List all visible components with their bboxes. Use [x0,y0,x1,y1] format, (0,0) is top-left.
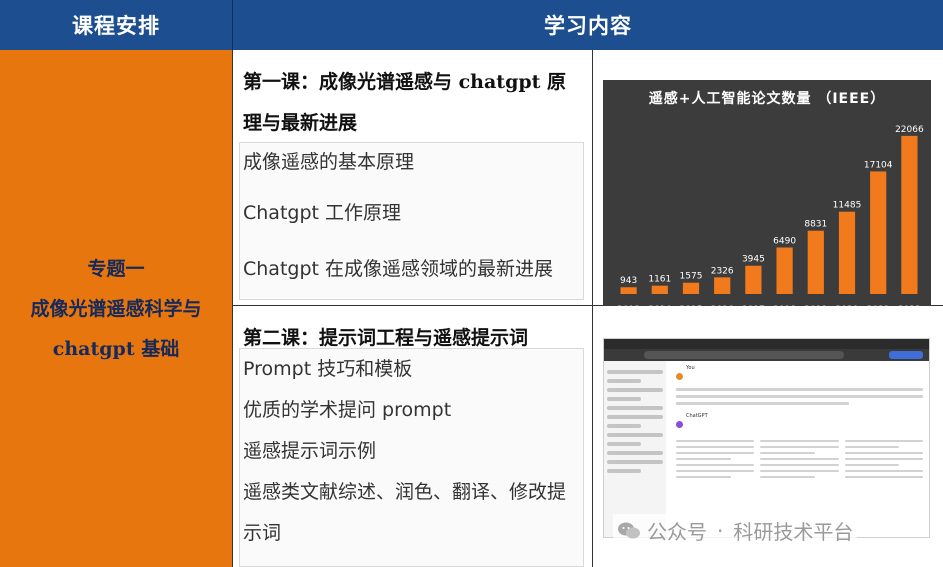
chart-data-label: 2326 [711,266,734,276]
watermark-left: 公众号 [647,520,707,544]
chart-bar [620,287,637,294]
chart-data-label: 22066 [895,125,924,135]
chart-data-label: 8831 [804,220,827,230]
lesson-2-item: 遥感提示词示例 [243,440,377,462]
wechat-icon [618,522,640,538]
assistant-label: ChatGPT [686,413,708,419]
lesson-1-item: Chatgpt 工作原理 [243,202,402,224]
lesson-2-item: 遥感类文献综述、润色、翻译、修改提示词 [243,481,567,544]
watermark-right: 科研技术平台 [733,520,854,544]
chart-bar [807,230,824,294]
assistant-avatar-icon [676,421,683,428]
chart-bar [838,211,856,294]
watermark: 公众号 · 科研技术平台 [613,514,858,547]
chatgpt-sidebar [604,361,666,537]
lesson-1-item: 成像遥感的基本原理 [243,151,415,173]
user-avatar-icon [676,373,683,380]
topic-line-1: 专题一 [87,257,145,280]
chart-bar [776,247,793,294]
chart-bar [870,171,887,294]
paper-count-chart: 遥感+人工智能论文数量 （IEEE） 943201311612014157520… [603,80,931,324]
browser-address-bar [604,349,929,361]
header-course-schedule: 课程安排 [0,0,233,50]
lesson-2-item: Prompt 技巧和模板 [243,358,413,380]
lesson-1-topics: 成像遥感的基本原理 Chatgpt 工作原理 Chatgpt 在成像遥感领域的最… [239,142,584,300]
header-learning-content: 学习内容 [233,0,943,50]
chart-data-label: 6490 [773,236,796,246]
lesson-1-cell: 第一课：成像光谱遥感与 chatgpt 原理与最新进展 成像遥感的基本原理 Ch… [233,50,593,306]
chatgpt-image-cell: You ChatGPT 公众号 · 科研技术平台 [593,306,943,567]
chart-bar [682,282,700,294]
chart-bar [745,265,762,294]
course-table: 课程安排 学习内容 专题一 成像光谱遥感科学与 chatgpt 基础 第一课：成… [0,0,943,567]
chart-data-label: 17104 [864,160,893,170]
chart-image-cell: 遥感+人工智能论文数量 （IEEE） 943201311612014157520… [593,50,943,324]
chart-bar [651,285,668,294]
lesson-2-cell: 第二课：提示词工程与遥感提示词 Prompt 技巧和模板 优质的学术提问 pro… [233,306,593,567]
topic-cell: 专题一 成像光谱遥感科学与 chatgpt 基础 [0,50,233,567]
lesson-2-item: 优质的学术提问 prompt [243,399,452,421]
lesson-1-item: Chatgpt 在成像遥感领域的最新进展 [243,258,554,280]
user-label: You [686,365,695,371]
topic-line-2: 成像光谱遥感科学与 [30,297,202,320]
chart-data-label: 3945 [742,255,765,265]
chart-svg: 9432013116120141575201523262016394520176… [617,125,924,315]
chart-bar [714,277,731,294]
chatgpt-screenshot: You ChatGPT [603,338,930,538]
chart-data-label: 1575 [680,272,703,282]
topic-line-3: chatgpt 基础 [52,337,180,360]
browser-tab-bar [604,339,929,349]
chatgpt-conversation: You ChatGPT [670,361,929,537]
chart-bar [901,135,918,294]
chart-data-label: 943 [620,276,637,286]
chart-data-label: 11485 [833,201,862,211]
watermark-sep: · [717,518,724,543]
lesson-2-topics: Prompt 技巧和模板 优质的学术提问 prompt 遥感提示词示例 遥感类文… [239,348,584,567]
lesson-1-title: 第一课：成像光谱遥感与 chatgpt 原理与最新进展 [243,71,567,134]
chart-data-label: 1161 [648,275,671,285]
